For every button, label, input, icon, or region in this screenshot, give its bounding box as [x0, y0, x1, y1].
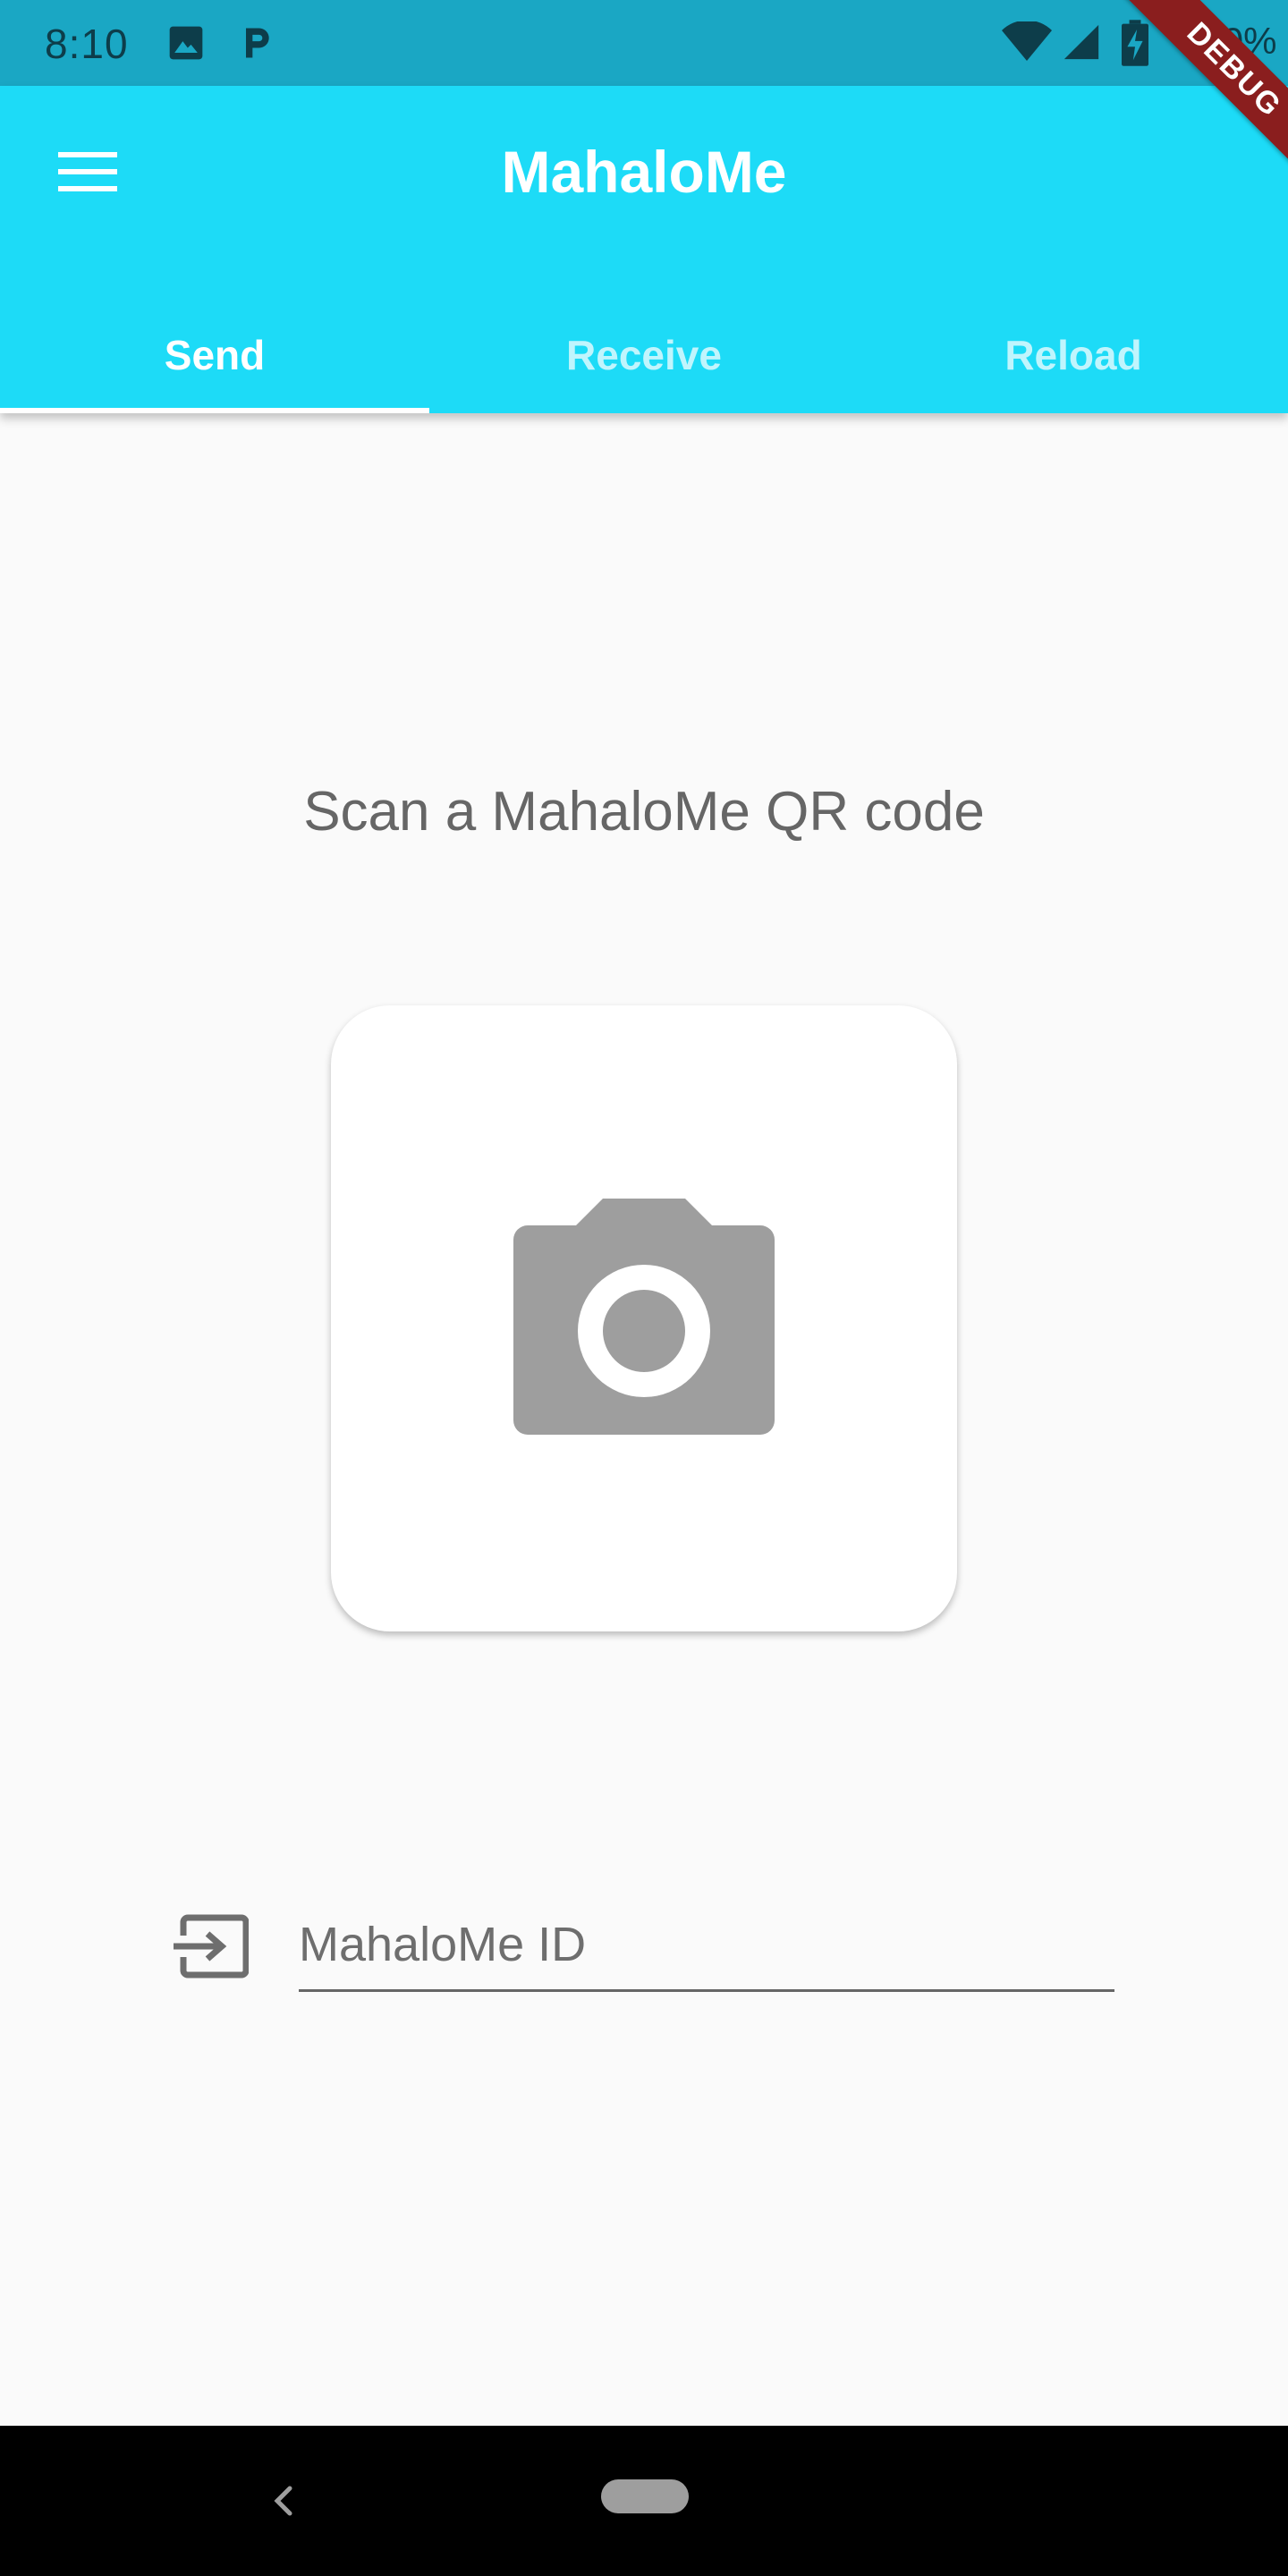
tab-reload-label: Reload: [1004, 332, 1142, 378]
signal-icon: [1061, 21, 1102, 67]
camera-icon: [513, 1198, 775, 1439]
mahalome-id-input[interactable]: [299, 1900, 1114, 1992]
tab-send-label: Send: [164, 332, 266, 378]
system-nav-bar: [0, 2426, 1288, 2576]
status-bar: 8:10 100%: [0, 0, 1288, 86]
tab-receive[interactable]: Receive: [429, 297, 859, 413]
scan-camera-button[interactable]: [331, 1005, 957, 1631]
app-title: MahaloMe: [501, 139, 787, 205]
app-bar: MahaloMe Send Receive Reload: [0, 86, 1288, 413]
tab-reload[interactable]: Reload: [859, 297, 1288, 413]
tab-indicator: [0, 408, 429, 413]
tab-send[interactable]: Send: [0, 297, 429, 413]
wifi-icon: [1002, 20, 1052, 69]
tab-bar: Send Receive Reload: [0, 297, 1288, 413]
tab-receive-label: Receive: [566, 332, 722, 378]
back-icon[interactable]: [259, 2474, 304, 2528]
battery-charging-icon: [1122, 20, 1148, 71]
parking-icon: [236, 23, 275, 67]
mahalome-id-field: [0, 1878, 1288, 2048]
image-icon: [166, 23, 206, 67]
scan-title: Scan a MahaloMe QR code: [303, 781, 985, 843]
input-icon: [172, 1914, 250, 1983]
status-time: 8:10: [45, 21, 129, 67]
home-pill[interactable]: [601, 2479, 689, 2513]
